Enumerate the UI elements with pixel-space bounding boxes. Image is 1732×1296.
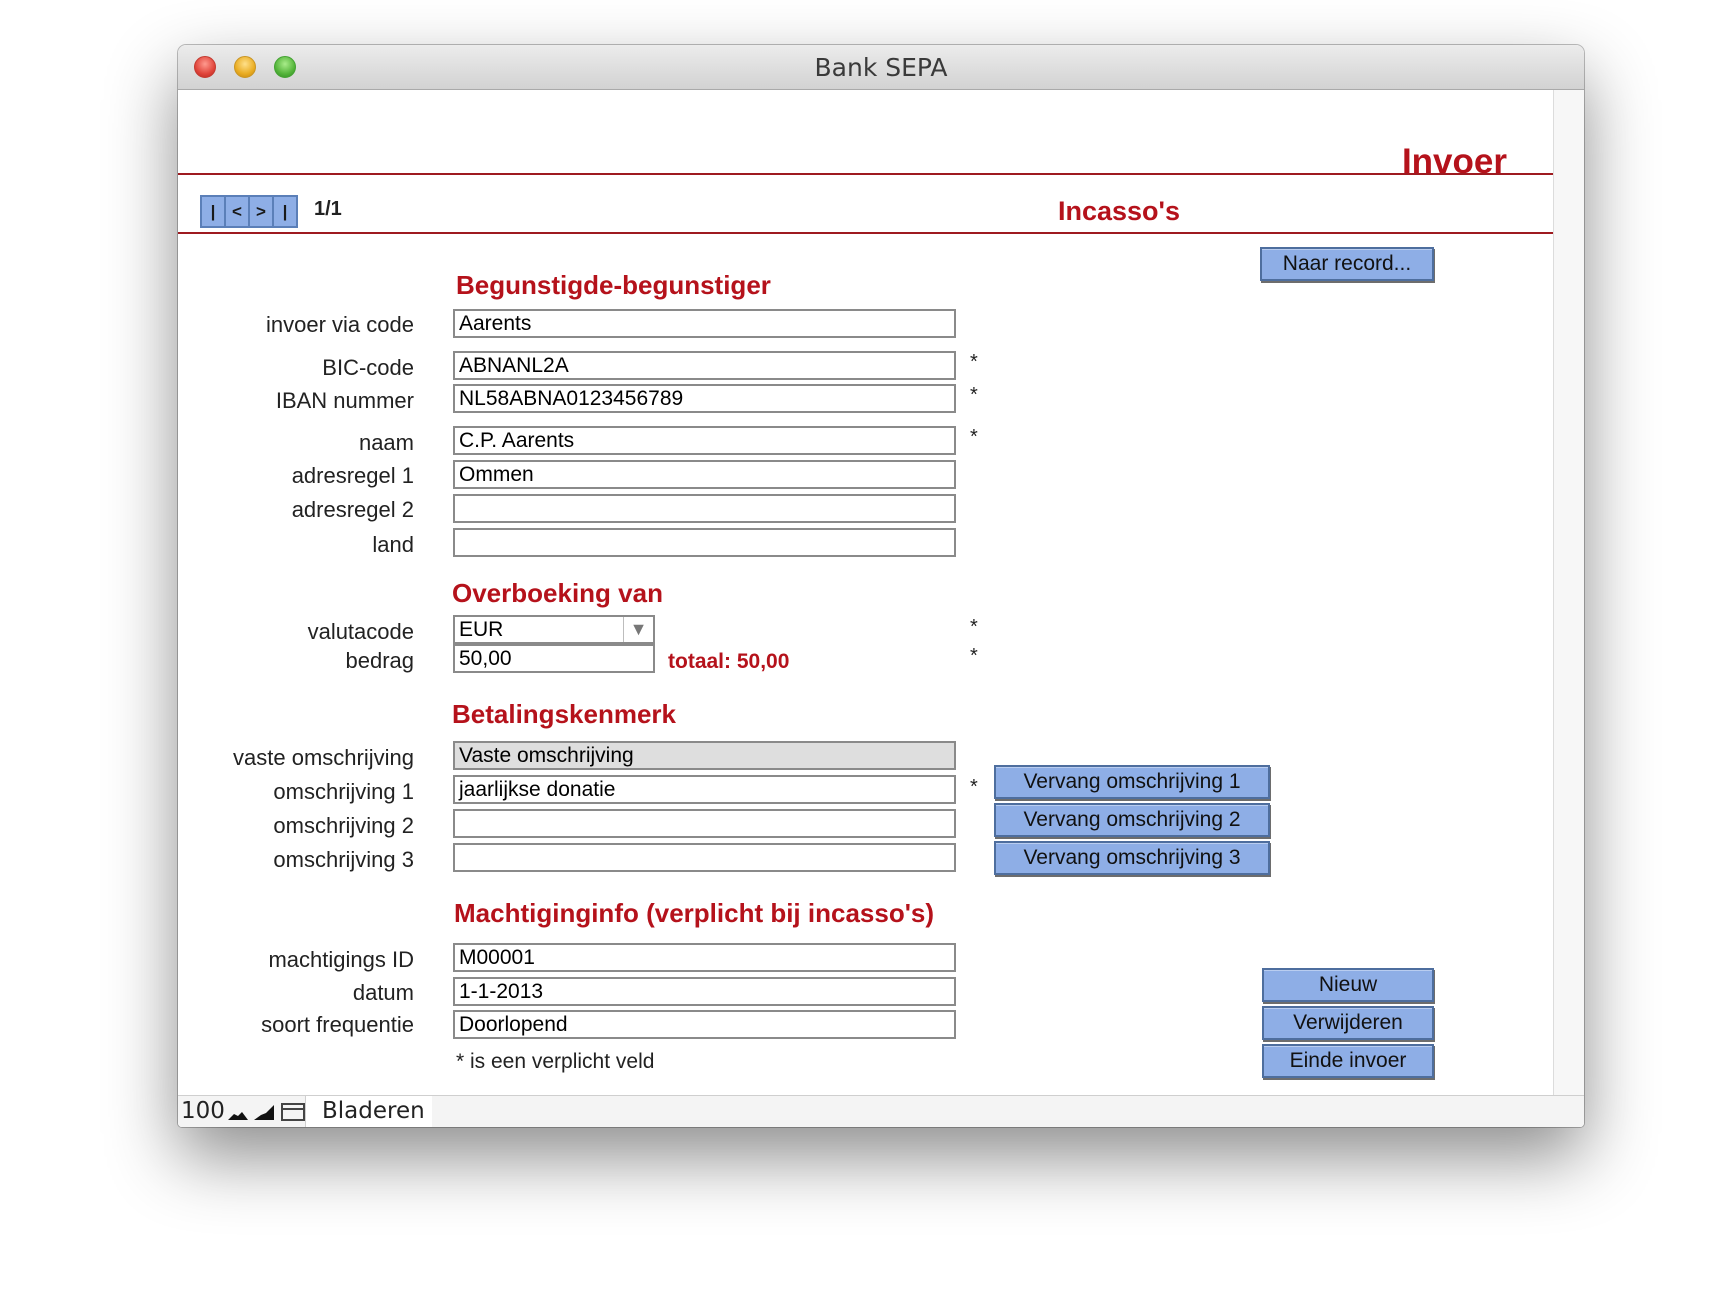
mode-selector[interactable]: Bladeren (305, 1096, 432, 1127)
goto-record-button[interactable]: Naar record... (1260, 247, 1434, 281)
dropdown-arrow-icon[interactable]: ▼ (623, 617, 653, 642)
replace-description-3-button[interactable]: Vervang omschrijving 3 (994, 841, 1270, 875)
next-record-button[interactable]: > (248, 195, 274, 228)
zoom-in-icon[interactable] (253, 1102, 275, 1122)
required-marker: * (970, 426, 978, 448)
label-address-1: adresregel 1 (291, 463, 414, 488)
layout-content: Invoer | < > | 1/1 Incasso's Naar record… (178, 90, 1553, 1127)
first-record-button[interactable]: | (200, 195, 226, 228)
label-description-1: omschrijving 1 (273, 779, 414, 804)
zoom-level[interactable]: 100 (181, 1098, 225, 1124)
new-record-button[interactable]: Nieuw (1262, 968, 1434, 1002)
description-3-field[interactable] (453, 843, 956, 872)
description-2-field[interactable] (453, 809, 956, 838)
label-address-2: adresregel 2 (291, 497, 414, 522)
section-heading-transfer: Overboeking van (452, 578, 663, 608)
layout-title: Incasso's (1058, 196, 1180, 226)
replace-description-2-button[interactable]: Vervang omschrijving 2 (994, 803, 1270, 837)
vertical-scrollbar[interactable] (1553, 90, 1584, 1127)
required-marker: * (970, 645, 978, 667)
replace-description-1-button[interactable]: Vervang omschrijving 1 (994, 765, 1270, 799)
page-title: Invoer (1401, 142, 1507, 181)
title-bar: Bank SEPA (178, 45, 1584, 90)
delete-record-button[interactable]: Verwijderen (1262, 1006, 1434, 1040)
label-mandate-id: machtigings ID (268, 947, 414, 972)
section-heading-beneficiary: Begunstigde-begunstiger (456, 270, 771, 300)
frequency-field[interactable]: Doorlopend (453, 1010, 956, 1039)
label-iban: IBAN nummer (275, 388, 414, 413)
label-currency: valutacode (307, 619, 414, 644)
label-country: land (372, 532, 414, 557)
previous-record-button[interactable]: < (224, 195, 250, 228)
country-field[interactable] (453, 528, 956, 557)
lookup-code-field[interactable]: Aarents (453, 309, 956, 338)
record-count: 1/1 (314, 198, 342, 220)
total-amount: totaal: 50,00 (668, 650, 790, 673)
toggle-status-area-icon[interactable] (281, 1102, 305, 1122)
label-date: datum (352, 980, 414, 1005)
iban-field[interactable]: NL58ABNA0123456789 (453, 384, 956, 413)
currency-value: EUR (459, 618, 504, 641)
amount-field[interactable]: 50,00 (453, 644, 655, 673)
bic-field[interactable]: ABNANL2A (453, 351, 956, 380)
label-amount: bedrag (345, 648, 414, 673)
end-input-button[interactable]: Einde invoer (1262, 1044, 1434, 1078)
label-name: naam (358, 430, 414, 455)
app-window: Bank SEPA Invoer | < > | 1/1 Incasso's N… (178, 45, 1584, 1127)
label-frequency: soort frequentie (261, 1012, 414, 1037)
label-description-3: omschrijving 3 (273, 847, 414, 872)
record-navigation: | < > | (200, 195, 298, 228)
address-1-field[interactable]: Ommen (453, 460, 956, 489)
mandate-id-field[interactable]: M00001 (453, 943, 956, 972)
date-field[interactable]: 1-1-2013 (453, 977, 956, 1006)
label-fixed-description: vaste omschrijving (233, 745, 414, 770)
required-marker: * (970, 384, 978, 406)
currency-select[interactable]: EUR ▼ (453, 615, 655, 644)
fixed-description-field: Vaste omschrijving (453, 741, 956, 770)
mode-label: Bladeren (322, 1098, 425, 1124)
zoom-out-icon[interactable] (227, 1102, 249, 1122)
section-heading-payment-reference: Betalingskenmerk (452, 699, 676, 729)
description-1-field[interactable]: jaarlijkse donatie (453, 775, 956, 804)
required-marker: * (970, 616, 978, 638)
label-lookup-code: invoer via code (266, 312, 414, 337)
required-marker: * (970, 776, 978, 798)
window-title: Bank SEPA (814, 53, 948, 82)
label-description-2: omschrijving 2 (273, 813, 414, 838)
status-bar: 100 Bladeren (178, 1095, 1584, 1127)
required-field-note: * is een verplicht veld (456, 1050, 655, 1073)
label-bic: BIC-code (322, 355, 414, 380)
required-marker: * (970, 351, 978, 373)
last-record-button[interactable]: | (272, 195, 298, 228)
name-field[interactable]: C.P. Aarents (453, 426, 956, 455)
nav-divider (178, 232, 1553, 234)
section-heading-mandate: Machtiginginfo (verplicht bij incasso's) (454, 898, 935, 928)
header-divider (178, 173, 1553, 175)
address-2-field[interactable] (453, 494, 956, 523)
